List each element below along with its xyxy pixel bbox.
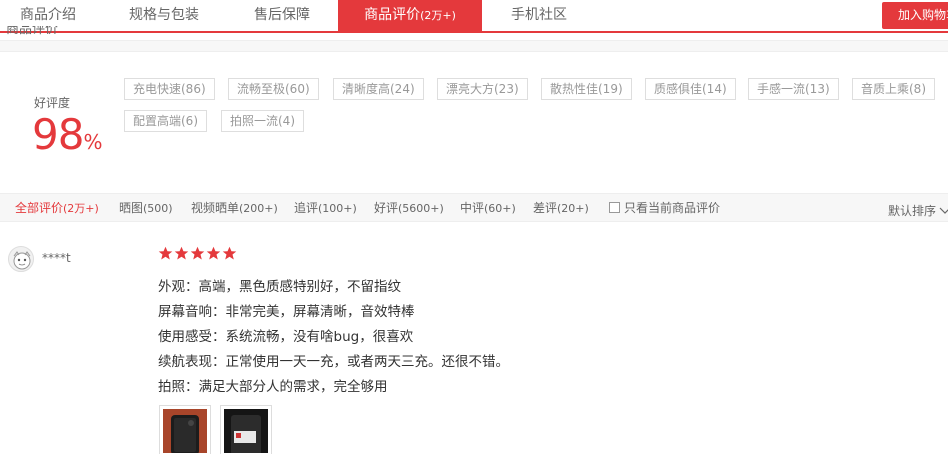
review-tag[interactable]: 清晰度高(24): [333, 78, 424, 100]
sort-dropdown[interactable]: 默认排序: [888, 197, 948, 225]
filter-label: 好评: [374, 201, 399, 215]
filter-label: 中评: [460, 201, 485, 215]
positive-rate-value: 98: [32, 110, 84, 159]
filter-videos[interactable]: 视频晒单(200+): [191, 194, 278, 222]
review-tag[interactable]: 拍照一流(4): [221, 110, 304, 132]
phone-screen-photo-image: [224, 409, 268, 454]
review-line: 续航表现：正常使用一天一充，或者两天三充。还很不错。: [158, 354, 509, 370]
filter-follow-up[interactable]: 追评(100+): [294, 194, 357, 222]
review-line: 拍照：满足大部分人的需求，完全够用: [158, 379, 388, 395]
review-tag[interactable]: 漂亮大方(23): [437, 78, 528, 100]
review-line: 使用感受：系统流畅，没有啥bug，很喜欢: [158, 329, 414, 345]
star-icon: [190, 246, 205, 260]
star-icon: [222, 246, 237, 260]
positive-rate: 98%: [32, 110, 102, 159]
avatar: [8, 246, 34, 272]
review-tag[interactable]: 流畅至极(60): [228, 78, 319, 100]
positive-rate-unit: %: [83, 130, 103, 154]
review-line: 屏幕音响：非常完美，屏幕清晰，音效特棒: [158, 304, 415, 320]
tab-reviews[interactable]: 商品评价(2万+): [338, 0, 482, 31]
review-line: 外观：高端，黑色质感特别好，不留指纹: [158, 279, 401, 295]
review-photo-thumbnail[interactable]: [220, 405, 272, 454]
filter-count: (5600+): [398, 202, 444, 215]
filter-label: 视频晒单: [191, 201, 240, 215]
review-tag[interactable]: 手感一流(13): [748, 78, 839, 100]
chevron-down-icon: [939, 207, 948, 214]
review-filter-bar: 全部评价(2万+) 晒图(500) 视频晒单(200+) 追评(100+) 好评…: [0, 193, 948, 222]
tab-mobile-community[interactable]: 手机社区: [496, 0, 582, 31]
sort-label: 默认排序: [888, 204, 937, 218]
star-rating: [158, 246, 238, 264]
filter-label: 晒图: [119, 201, 144, 215]
star-icon: [174, 246, 189, 260]
filter-count: (2万+): [63, 202, 99, 215]
tab-label: 商品评价: [364, 7, 421, 23]
filter-photos[interactable]: 晒图(500): [119, 194, 173, 222]
reviewer-name: ****t: [42, 251, 71, 265]
section-header-bar: [0, 40, 948, 52]
avatar-face-icon: [13, 251, 31, 270]
review-tag[interactable]: 音质上乘(8): [852, 78, 935, 100]
positive-rate-label: 好评度: [34, 96, 71, 110]
review-tag[interactable]: 充电快速(86): [124, 78, 215, 100]
only-current-checkbox[interactable]: [609, 202, 620, 213]
tab-label: 规格与包装: [129, 7, 199, 23]
review-tag[interactable]: 质感俱佳(14): [645, 78, 736, 100]
filter-all[interactable]: 全部评价(2万+): [15, 194, 99, 222]
filter-label: 追评: [294, 201, 319, 215]
filter-count: (200+): [239, 202, 278, 215]
tab-after-sales[interactable]: 售后保障: [236, 0, 328, 31]
filter-count: (500): [143, 202, 173, 215]
filter-count: (20+): [557, 202, 589, 215]
product-tab-bar: 商品介绍 规格与包装 售后保障 商品评价(2万+) 手机社区 加入购物车: [0, 0, 948, 33]
only-current-label: 只看当前商品评价: [624, 201, 721, 215]
only-current-product-toggle[interactable]: 只看当前商品评价: [609, 194, 720, 222]
filter-neutral[interactable]: 中评(60+): [460, 194, 516, 222]
review-photo-thumbnail[interactable]: [159, 405, 211, 454]
filter-label: 差评: [533, 201, 558, 215]
tab-specs-packaging[interactable]: 规格与包装: [112, 0, 216, 31]
add-to-cart-button[interactable]: 加入购物车: [882, 2, 948, 29]
filter-label: 全部评价: [15, 201, 64, 215]
star-icon: [158, 246, 173, 260]
section-title: 商品评价: [6, 26, 59, 37]
tab-label: 商品介绍: [20, 7, 76, 23]
star-icon: [206, 246, 221, 260]
filter-count: (60+): [484, 202, 516, 215]
filter-positive[interactable]: 好评(5600+): [374, 194, 444, 222]
filter-count: (100+): [318, 202, 357, 215]
tab-review-count: (2万+): [420, 9, 456, 22]
review-tag[interactable]: 配置高端(6): [124, 110, 207, 132]
tab-label: 手机社区: [511, 7, 567, 23]
filter-negative[interactable]: 差评(20+): [533, 194, 589, 222]
phone-photo-image: [163, 409, 207, 454]
review-tag[interactable]: 散热性佳(19): [541, 78, 632, 100]
tab-label: 售后保障: [254, 7, 310, 23]
